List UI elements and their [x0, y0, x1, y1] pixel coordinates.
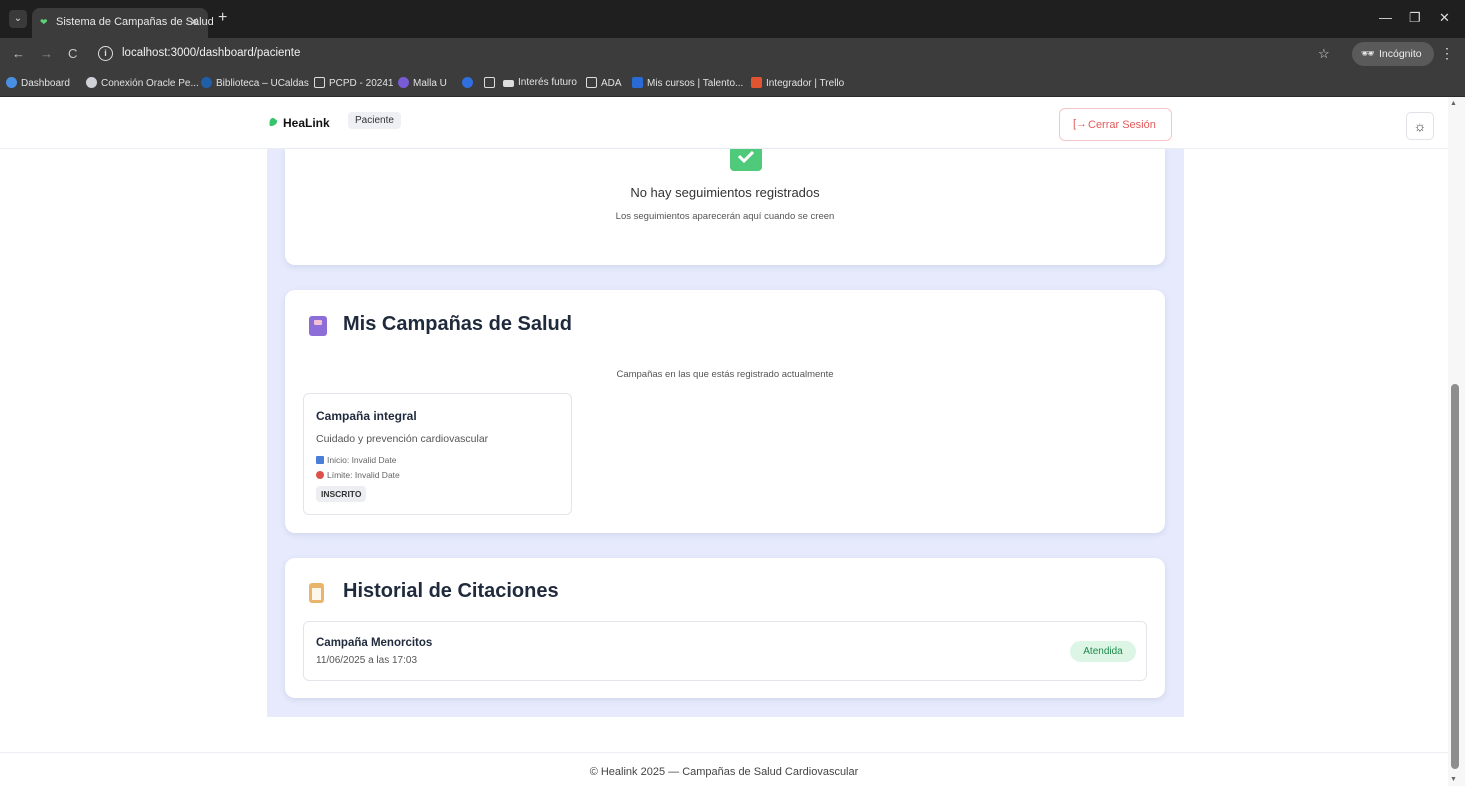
- role-badge: Paciente: [348, 112, 401, 129]
- brand-logo[interactable]: HeaLink: [268, 116, 330, 130]
- browser-tab-strip: ⌄ ❤ Sistema de Campañas de Salud ✕ + — ❐…: [0, 0, 1465, 38]
- calendar-icon: [316, 456, 324, 464]
- scrollbar-thumb[interactable]: [1451, 384, 1459, 769]
- bookmark-pcpd[interactable]: PCPD - 20241: [314, 77, 393, 89]
- close-window-button[interactable]: ✕: [1439, 10, 1450, 26]
- globe-icon: [86, 77, 97, 88]
- folder-icon: [586, 77, 597, 88]
- tab-search-button[interactable]: ⌄: [9, 10, 27, 28]
- forward-button[interactable]: →: [40, 46, 53, 61]
- scroll-up-icon[interactable]: ▲: [1450, 100, 1457, 107]
- incognito-icon: 🕶: [1361, 48, 1375, 60]
- folder-icon: [314, 77, 325, 88]
- campaigns-title: Mis Campañas de Salud: [343, 313, 572, 335]
- footer-text: © Healink 2025 — Campañas de Salud Cardi…: [589, 766, 859, 778]
- bookmark-folder[interactable]: [484, 77, 499, 89]
- healink-leaf-icon: [269, 117, 278, 127]
- scroll-down-icon[interactable]: ▼: [1450, 776, 1457, 783]
- bookmark-dashboard[interactable]: Dashboard: [6, 77, 70, 89]
- folder-icon: [484, 77, 495, 88]
- browser-menu-icon[interactable]: ⋮: [1440, 45, 1454, 62]
- browser-tab-active[interactable]: ❤ Sistema de Campañas de Salud ✕: [32, 8, 214, 38]
- clipboard-icon: [309, 583, 324, 603]
- empty-state-subtitle: Los seguimientos aparecerán aquí cuando …: [615, 211, 835, 222]
- bookmark-trello[interactable]: Integrador | Trello: [751, 77, 844, 89]
- site-info-icon[interactable]: i: [98, 46, 113, 61]
- history-card: Historial de Citaciones Campaña Menorcit…: [285, 558, 1165, 698]
- bookmark-mis-cursos[interactable]: Mis cursos | Talento...: [632, 77, 743, 89]
- address-bar[interactable]: i localhost:3000/dashboard/paciente: [90, 42, 1340, 66]
- appointment-date: 11/06/2025 a las 17:03: [316, 655, 418, 666]
- bookmark-ada[interactable]: ADA: [586, 77, 622, 89]
- logout-label: Cerrar Sesión: [1088, 119, 1156, 131]
- campaign-end-date: Límite: Invalid Date: [316, 470, 400, 480]
- history-title: Historial de Citaciones: [343, 580, 559, 602]
- folder-icon: [503, 80, 514, 87]
- check-icon: [730, 149, 762, 171]
- talento-icon: [632, 77, 643, 88]
- campaigns-subtitle: Campañas en las que estás registrado act…: [616, 369, 834, 380]
- url-text: localhost:3000/dashboard/paciente: [122, 47, 301, 59]
- logout-icon: [→: [1073, 118, 1088, 130]
- minimize-button[interactable]: —: [1379, 10, 1392, 25]
- c-logo-icon: [462, 77, 473, 88]
- app-header: HeaLink Paciente [→ Cerrar Sesión ☼: [0, 97, 1448, 149]
- campaign-start-date: Inicio: Invalid Date: [316, 455, 396, 465]
- empty-state-title: No hay seguimientos registrados: [630, 185, 820, 200]
- trello-icon: [751, 77, 762, 88]
- logout-button[interactable]: [→ Cerrar Sesión: [1059, 108, 1172, 141]
- dashboard-bookmark-icon: [6, 77, 17, 88]
- bookmark-oracle[interactable]: Conexión Oracle Pe...: [86, 77, 199, 89]
- bookmark-c[interactable]: [462, 77, 477, 89]
- close-tab-icon[interactable]: ✕: [189, 15, 199, 29]
- bookmarks-bar: Dashboard Conexión Oracle Pe... Bibliote…: [0, 70, 1465, 97]
- campaign-name: Campaña integral: [316, 409, 417, 423]
- reload-button[interactable]: C: [68, 46, 77, 61]
- alarm-clock-icon: [316, 471, 324, 479]
- healink-favicon-icon: ❤: [40, 17, 48, 27]
- appointment-campaign: Campaña Menorcitos: [316, 637, 433, 649]
- browser-toolbar: ← → C i localhost:3000/dashboard/pacient…: [0, 38, 1465, 70]
- incognito-badge[interactable]: 🕶 Incógnito: [1352, 42, 1434, 66]
- maximize-button[interactable]: ❐: [1409, 10, 1421, 26]
- campaign-card[interactable]: Campaña integral Cuidado y prevención ca…: [303, 393, 572, 515]
- bookmark-biblioteca[interactable]: Biblioteca – UCaldas: [201, 77, 309, 89]
- new-tab-button[interactable]: +: [218, 9, 227, 27]
- seguimientos-card: No hay seguimientos registrados Los segu…: [285, 149, 1165, 265]
- ucaldas-icon: [201, 77, 212, 88]
- bookmark-star-icon[interactable]: ☆: [1318, 46, 1330, 62]
- campaign-status-badge: INSCRITO: [316, 486, 367, 502]
- theme-toggle-button[interactable]: ☼: [1406, 112, 1434, 140]
- page-footer: © Healink 2025 — Campañas de Salud Cardi…: [0, 752, 1448, 786]
- incognito-label: Incógnito: [1379, 48, 1422, 60]
- appointment-row[interactable]: Campaña Menorcitos 11/06/2025 a las 17:0…: [303, 621, 1147, 681]
- campaign-description: Cuidado y prevención cardiovascular: [316, 433, 489, 445]
- appointment-status-badge: Atendida: [1070, 641, 1136, 662]
- bookmark-malla[interactable]: Malla U: [398, 77, 447, 89]
- sun-icon: ☼: [1413, 118, 1427, 134]
- campaigns-card: Mis Campañas de Salud Campañas en las qu…: [285, 290, 1165, 533]
- malla-icon: [398, 77, 409, 88]
- back-button[interactable]: ←: [12, 46, 25, 61]
- bookmark-interes[interactable]: Interés futuro: [503, 77, 577, 88]
- medical-kit-icon: [309, 316, 327, 336]
- brand-name: HeaLink: [283, 116, 330, 130]
